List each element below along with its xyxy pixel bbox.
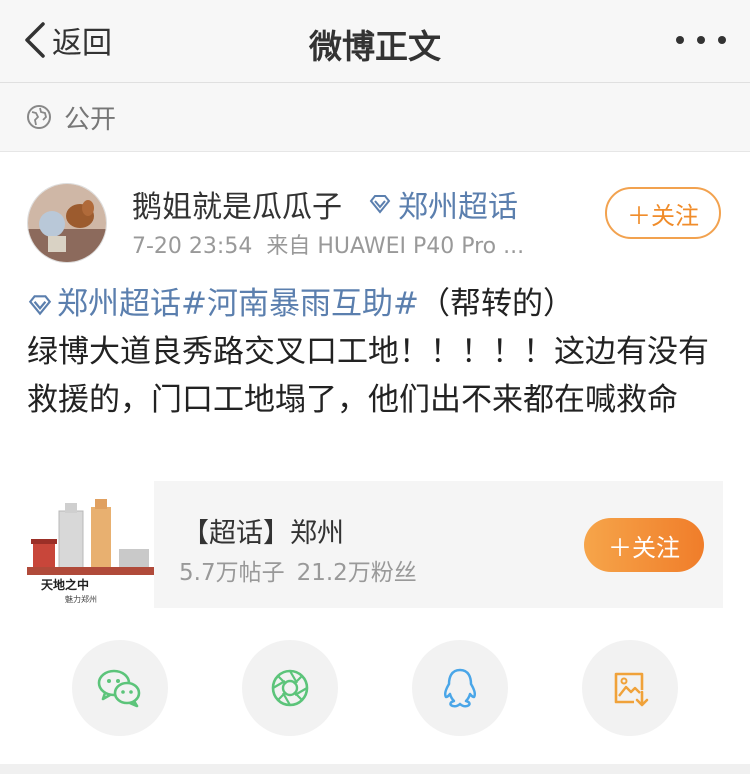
visibility-label: 公开 [64, 104, 117, 135]
moments-icon [271, 669, 309, 707]
share-wechat-button[interactable] [72, 640, 168, 736]
author-name[interactable]: 鹅姐就是瓜瓜子 [132, 182, 342, 226]
card-posts-count: 5.7万帖子 [179, 560, 285, 586]
save-image-icon [614, 672, 649, 707]
globe-icon [27, 105, 51, 129]
post-source: 来自 HUAWEI P40 Pro ... [266, 234, 525, 259]
bottom-divider [0, 764, 750, 774]
page-title: 微博正文 [309, 27, 441, 66]
thumbnail-caption: 天地之中 [41, 577, 89, 592]
follow-user-button[interactable]: ＋关注 [605, 187, 721, 239]
share-row [0, 640, 750, 736]
super-topic-card[interactable]: 天地之中 魅力郑州 【超话】郑州 5.7万帖子 21.2万粉丝 ＋关注 [27, 481, 723, 608]
card-thumbnail: 天地之中 魅力郑州 [27, 481, 154, 608]
top-nav-bar: 返回 微博正文 [0, 0, 750, 83]
follow-topic-button[interactable]: ＋关注 [584, 518, 704, 572]
more-dot-icon [697, 36, 705, 44]
post-meta: 7-20 23:54 来自 HUAWEI P40 Pro ... [132, 228, 524, 260]
author-topic-label: 郑州超话 [398, 190, 518, 225]
visibility-bar: 公开 [0, 83, 750, 152]
share-moments-button[interactable] [242, 640, 338, 736]
post-topic-link[interactable]: 郑州超话 [27, 286, 181, 322]
post-time: 7-20 23:54 [132, 234, 253, 259]
hashtag-link[interactable]: #河南暴雨互助# [181, 286, 419, 322]
card-stats: 5.7万帖子 21.2万粉丝 [179, 553, 417, 587]
post-topic-label: 郑州超话 [57, 286, 181, 322]
card-title: 【超话】郑州 [182, 518, 344, 549]
avatar[interactable] [27, 183, 107, 263]
post-note: （帮转的） [418, 286, 574, 322]
more-options-button[interactable] [676, 28, 726, 52]
diamond-icon [28, 295, 52, 316]
more-dot-icon [676, 36, 684, 44]
diamond-icon [369, 195, 391, 214]
card-fans-count: 21.2万粉丝 [296, 560, 417, 586]
save-image-button[interactable] [582, 640, 678, 736]
post-text: 绿博大道良秀路交叉口工地！！！！！这边有没有救援的，门口工地塌了，他们出不来都在… [27, 334, 709, 418]
post-body: 郑州超话#河南暴雨互助#（帮转的） 绿博大道良秀路交叉口工地！！！！！这边有没有… [27, 280, 727, 424]
share-qq-button[interactable] [412, 640, 508, 736]
thumbnail-subcaption: 魅力郑州 [65, 594, 97, 604]
author-topic-link[interactable]: 郑州超话 [368, 182, 518, 226]
more-dot-icon [718, 36, 726, 44]
qq-icon [443, 668, 477, 708]
wechat-icon [97, 669, 141, 708]
